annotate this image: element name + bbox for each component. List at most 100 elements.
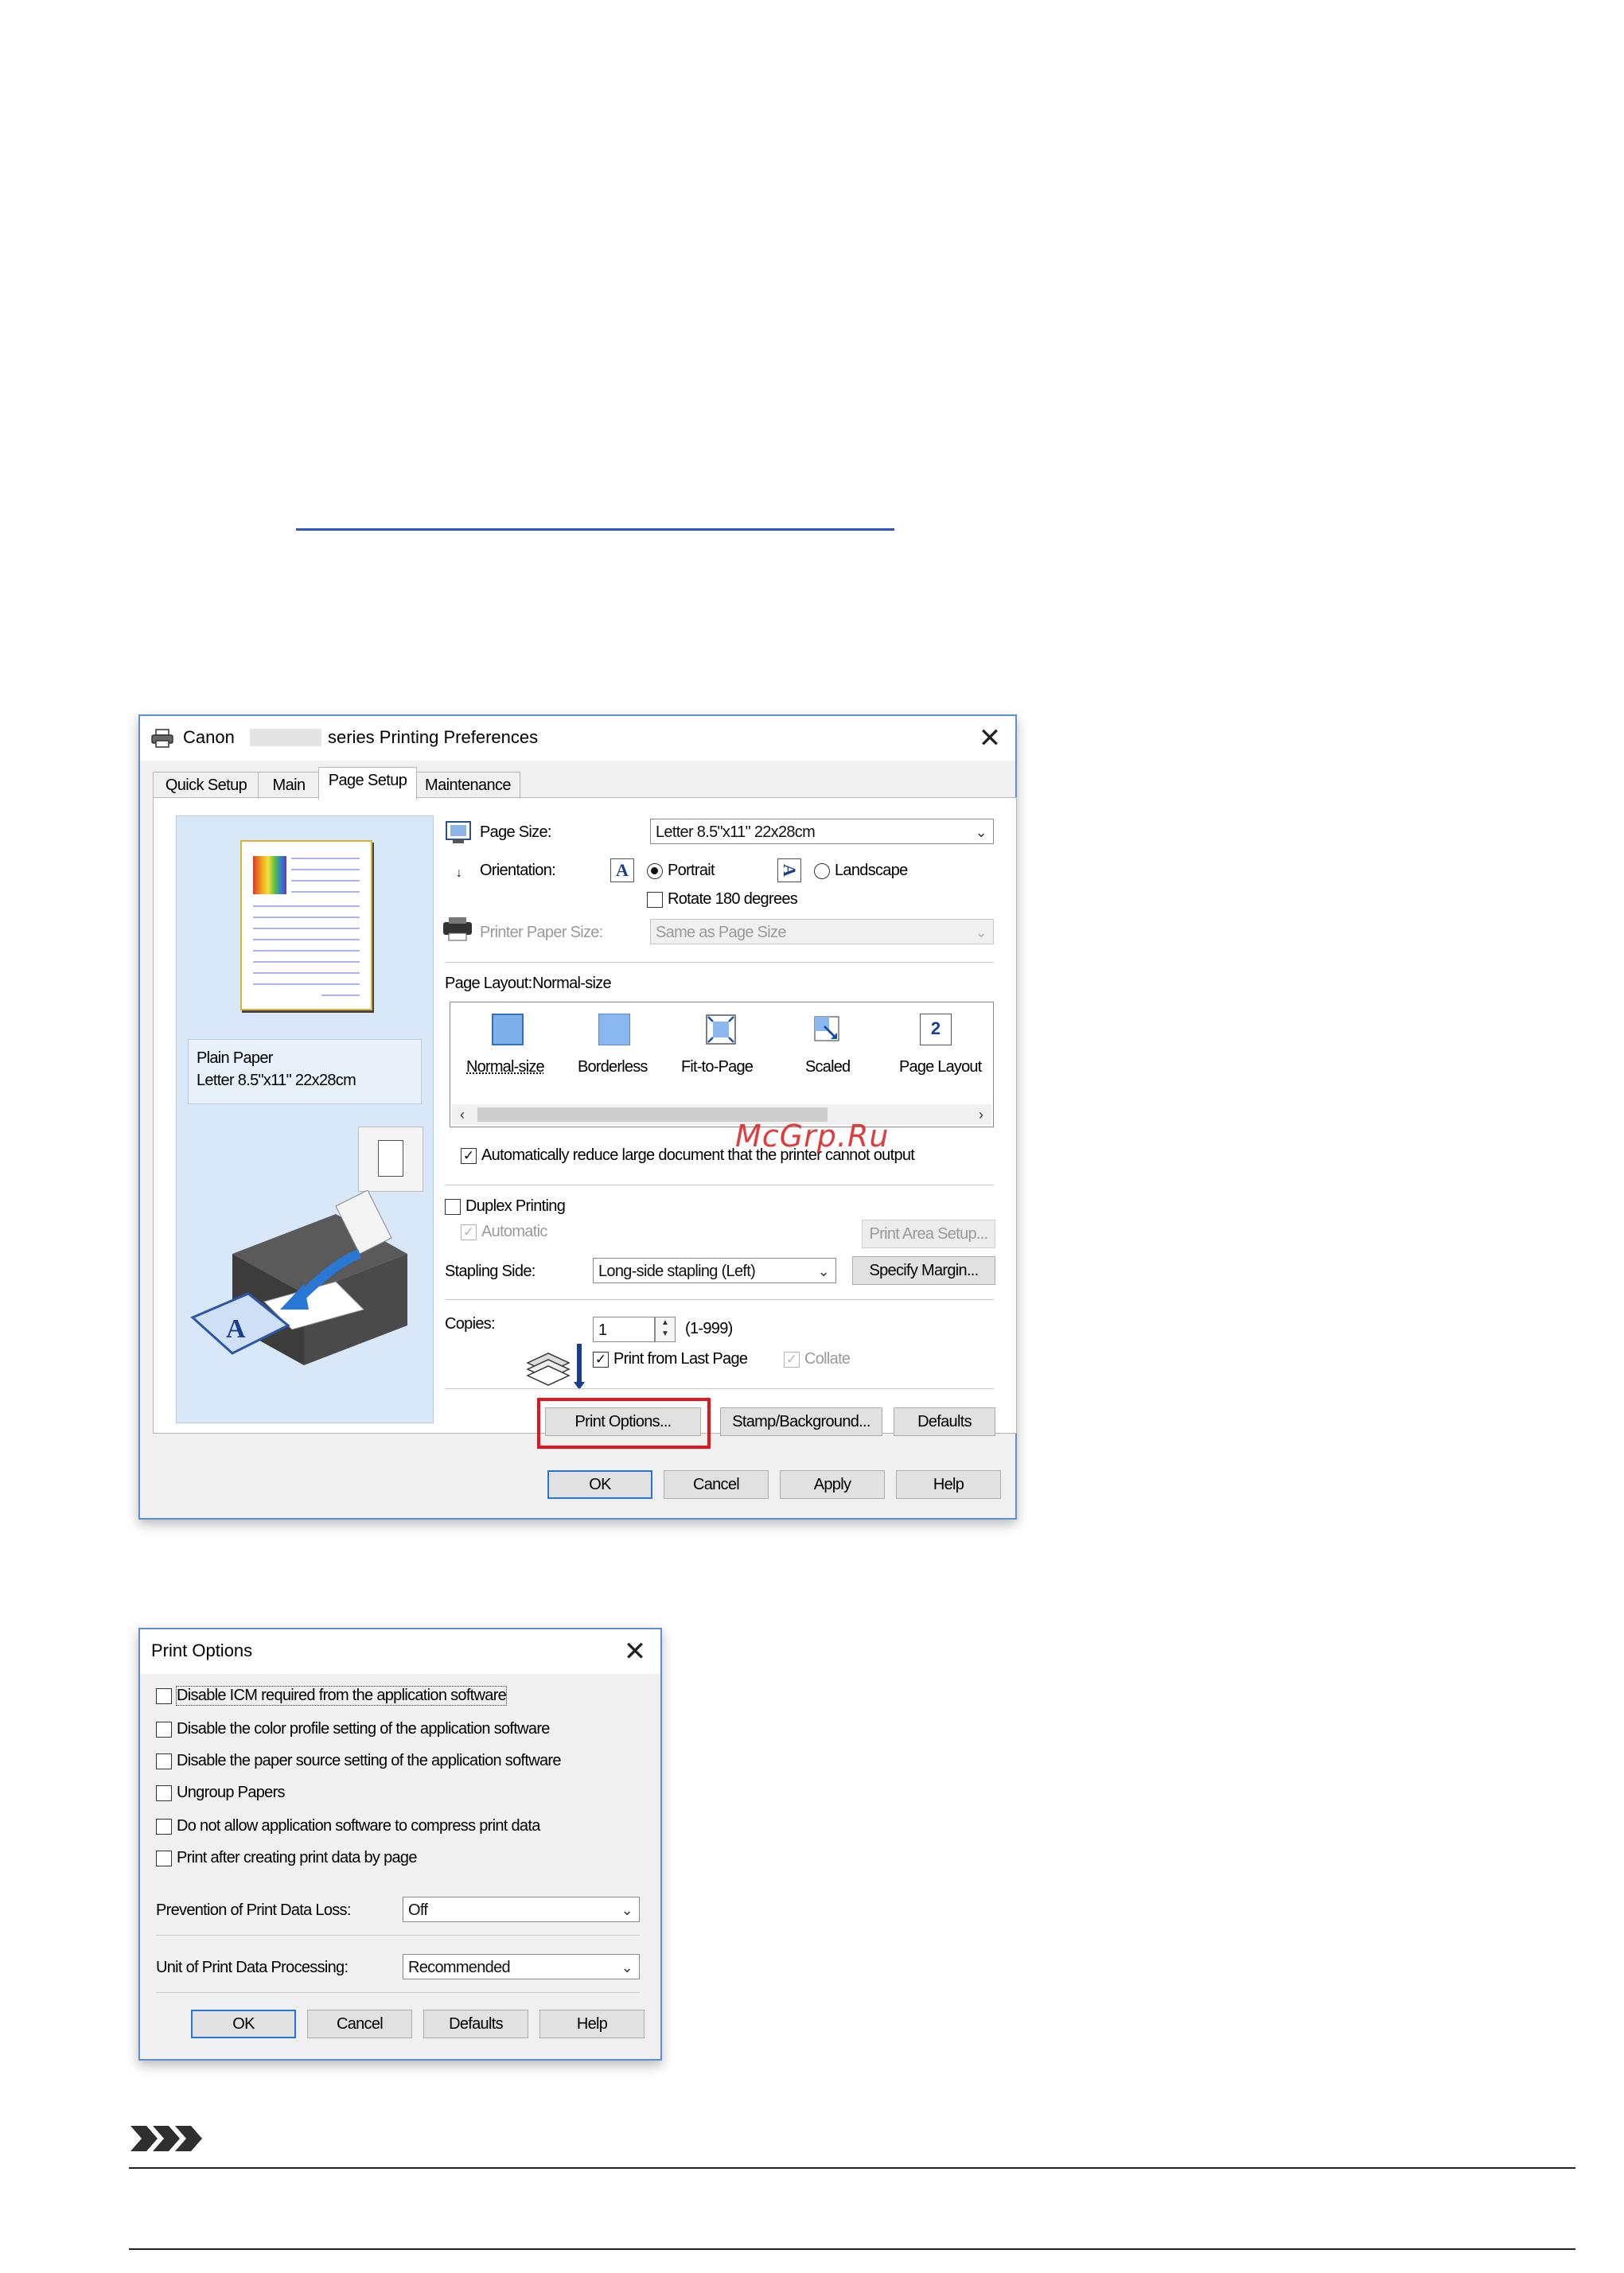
copies-range: (1-999) [685, 1320, 733, 1337]
page-layout-icon[interactable]: 2 [920, 1014, 952, 1045]
print-by-page-checkbox[interactable] [156, 1851, 172, 1866]
printer-paper-size-icon [443, 917, 472, 941]
hyperlink-underline[interactable] [296, 528, 894, 531]
stapling-side-label: Stapling Side: [445, 1263, 535, 1280]
ungroup-papers-label[interactable]: Ungroup Papers [177, 1784, 286, 1802]
portrait-radio[interactable] [647, 863, 663, 879]
duplex-printing-label[interactable]: Duplex Printing [465, 1197, 566, 1216]
note-icon [130, 2126, 202, 2151]
landscape-label[interactable]: Landscape [835, 862, 908, 880]
borderless-icon[interactable] [598, 1014, 630, 1045]
chevron-left-icon[interactable]: ‹ [452, 1104, 473, 1125]
apply-button[interactable]: Apply [780, 1470, 885, 1499]
window-title: Print Options [151, 1641, 253, 1660]
page-layout-list: Normal-size Borderless Fit-to-Page Scale… [450, 1002, 994, 1127]
copies-stepper[interactable]: ▲ ▼ [655, 1317, 676, 1342]
chevron-down-icon: ⌄ [621, 1902, 633, 1918]
help-button[interactable]: Help [539, 2010, 645, 2038]
orientation-bullet-icon: ↓ [456, 866, 462, 880]
automatic-label: Automatic [481, 1223, 547, 1240]
fit-to-page-icon[interactable] [705, 1014, 737, 1045]
cancel-button[interactable]: Cancel [307, 2010, 412, 2038]
disable-icm-label[interactable]: Disable ICM required from the applicatio… [175, 1686, 508, 1706]
stapling-side-select[interactable]: Long-side stapling (Left) ⌄ [593, 1258, 836, 1283]
page-setup-panel: Plain Paper Letter 8.5"x11" 22x28cm A Pa… [153, 797, 1017, 1449]
print-from-last-page-label[interactable]: Print from Last Page [613, 1350, 748, 1368]
watermark: McGrp.Ru [735, 1119, 890, 1154]
printer-illustration: A [190, 1190, 407, 1365]
spin-down-icon[interactable]: ▼ [661, 1329, 669, 1338]
automatic-checkbox[interactable]: ✓ [461, 1224, 477, 1240]
ok-button[interactable]: OK [547, 1470, 652, 1499]
copies-input[interactable]: 1 [593, 1317, 655, 1342]
defaults-button[interactable]: Defaults [894, 1407, 995, 1436]
tab-page-setup[interactable]: Page Setup [318, 767, 417, 800]
scaled-icon[interactable] [812, 1014, 843, 1045]
model-name-redaction [250, 729, 321, 746]
help-button[interactable]: Help [896, 1470, 1001, 1499]
tab-main[interactable]: Main [258, 772, 320, 798]
page-layout-value: Normal-size [532, 975, 612, 992]
window-title-brand: Canon [183, 727, 235, 747]
stamp-background-button[interactable]: Stamp/Background... [720, 1407, 882, 1436]
print-from-last-page-checkbox[interactable]: ✓ [593, 1352, 609, 1368]
collate-label: Collate [804, 1350, 851, 1368]
copies-stack-icon [526, 1344, 585, 1390]
printing-preferences-dialog: Canon series Printing Preferences ✕ Quic… [138, 714, 1017, 1520]
portrait-label[interactable]: Portrait [668, 862, 715, 880]
no-compress-label[interactable]: Do not allow application software to com… [177, 1817, 540, 1835]
color-bar [253, 856, 286, 894]
close-icon[interactable]: ✕ [617, 1634, 652, 1669]
printer-paper-size-label: Printer Paper Size: [480, 924, 603, 941]
disable-color-profile-checkbox[interactable] [156, 1722, 172, 1738]
defaults-button[interactable]: Defaults [423, 2010, 528, 2038]
tab-maintenance[interactable]: Maintenance [415, 772, 520, 798]
page-orientation-preview [358, 1127, 423, 1192]
close-icon[interactable]: ✕ [972, 721, 1007, 756]
ungroup-papers-checkbox[interactable] [156, 1785, 172, 1801]
layout-borderless[interactable]: Borderless [578, 1058, 648, 1076]
specify-margin-button[interactable]: Specify Margin... [852, 1256, 995, 1285]
printer-icon [151, 729, 173, 748]
tab-quick-setup[interactable]: Quick Setup [153, 772, 259, 798]
normal-size-icon[interactable] [492, 1014, 524, 1045]
title-bar: Canon series Printing Preferences ✕ [140, 716, 1015, 761]
media-type-text: Plain Paper [197, 1049, 273, 1067]
layout-scaled[interactable]: Scaled [805, 1058, 851, 1076]
landscape-radio[interactable] [814, 863, 830, 879]
layout-fit-to-page[interactable]: Fit-to-Page [681, 1058, 754, 1076]
page-layout-label: Page Layout: [445, 975, 532, 992]
print-by-page-label[interactable]: Print after creating print data by page [177, 1849, 417, 1867]
auto-reduce-checkbox[interactable]: ✓ [461, 1148, 477, 1164]
no-compress-checkbox[interactable] [156, 1819, 172, 1835]
prevention-select[interactable]: Off ⌄ [403, 1897, 640, 1922]
chevron-down-icon: ⌄ [975, 824, 987, 840]
layout-scrollbar[interactable]: ‹ › [452, 1104, 991, 1125]
page-size-select[interactable]: Letter 8.5"x11" 22x28cm ⌄ [650, 819, 994, 844]
chevron-down-icon: ⌄ [621, 1960, 633, 1975]
window-title: series Printing Preferences [328, 727, 539, 747]
collate-checkbox[interactable]: ✓ [784, 1352, 800, 1368]
print-area-setup-button[interactable]: Print Area Setup... [862, 1220, 995, 1248]
ok-button[interactable]: OK [191, 2010, 296, 2038]
duplex-printing-checkbox[interactable] [445, 1199, 461, 1215]
disable-color-profile-label[interactable]: Disable the color profile setting of the… [177, 1720, 550, 1738]
spin-up-icon[interactable]: ▲ [661, 1318, 669, 1327]
divider [156, 1992, 640, 1993]
rotate-180-label[interactable]: Rotate 180 degrees [668, 890, 798, 909]
layout-page-layout[interactable]: Page Layout [899, 1058, 982, 1076]
printer-paper-size-select[interactable]: Same as Page Size ⌄ [650, 919, 994, 944]
divider [445, 1299, 994, 1300]
rotate-180-checkbox[interactable] [647, 892, 663, 908]
disable-icm-checkbox[interactable] [156, 1688, 172, 1704]
unit-select[interactable]: Recommended ⌄ [403, 1954, 640, 1979]
highlight-box [537, 1398, 711, 1449]
cancel-button[interactable]: Cancel [664, 1470, 769, 1499]
disable-paper-source-checkbox[interactable] [156, 1753, 172, 1769]
portrait-icon: A [610, 858, 634, 882]
copies-label: Copies: [445, 1315, 496, 1333]
disable-paper-source-label[interactable]: Disable the paper source setting of the … [177, 1752, 561, 1770]
chevron-right-icon[interactable]: › [971, 1104, 991, 1125]
divider [445, 962, 994, 963]
layout-normal-size[interactable]: Normal-size [466, 1058, 545, 1076]
